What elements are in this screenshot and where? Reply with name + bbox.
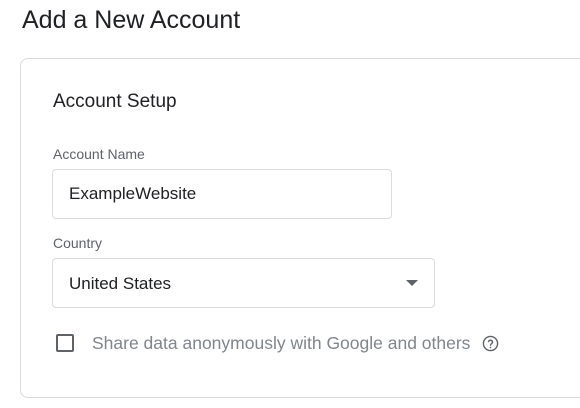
account-setup-card: Account Setup Account Name Country Unite…: [20, 58, 580, 398]
help-circle-icon[interactable]: [482, 335, 499, 352]
country-select[interactable]: United States: [52, 258, 435, 308]
card-title: Account Setup: [53, 91, 177, 112]
page-title: Add a New Account: [22, 6, 241, 34]
country-select-value: United States: [69, 274, 172, 293]
account-name-label: Account Name: [53, 146, 145, 162]
account-name-input[interactable]: [52, 169, 392, 219]
share-data-row: Share data anonymously with Google and o…: [56, 331, 499, 355]
share-data-label[interactable]: Share data anonymously with Google and o…: [92, 333, 470, 354]
page: Add a New Account Account Setup Account …: [0, 0, 580, 408]
share-data-checkbox[interactable]: [56, 334, 74, 352]
country-label: Country: [53, 235, 103, 251]
dropdown-arrow-icon: [406, 280, 418, 286]
